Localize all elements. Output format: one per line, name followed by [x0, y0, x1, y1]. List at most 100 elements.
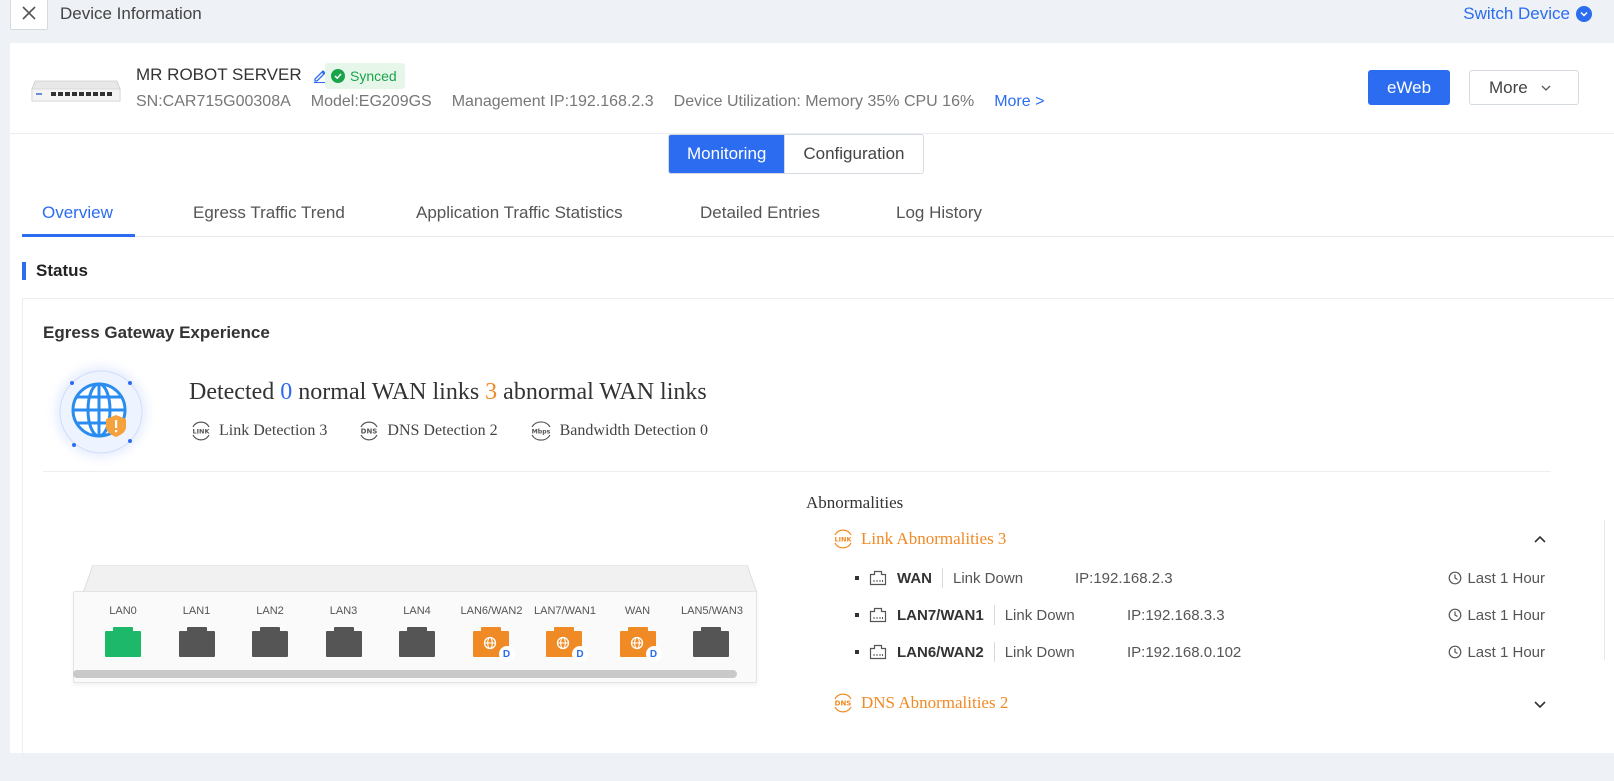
chevron-up-icon[interactable] [1533, 533, 1547, 547]
router-device-image [31, 80, 121, 102]
close-icon [22, 6, 36, 20]
status-badge-text: Synced [350, 68, 397, 84]
tab-detailed-entries[interactable]: Detailed Entries [700, 203, 820, 223]
port-label: LAN0 [109, 605, 137, 617]
more-info-link[interactable]: More > [994, 93, 1044, 111]
svg-text:Mbps: Mbps [531, 429, 550, 436]
port-lan4[interactable]: LAN4 [387, 605, 447, 657]
clock-icon [1449, 645, 1462, 659]
globe-icon [630, 636, 643, 650]
tab-monitoring[interactable]: Monitoring [669, 135, 785, 173]
section-marker [22, 262, 26, 280]
chevron-down-icon[interactable] [1533, 697, 1547, 711]
device-utilization: Device Utilization: Memory 35% CPU 16% [673, 93, 975, 110]
ethernet-port-icon [693, 627, 729, 657]
ethernet-port-icon [869, 570, 887, 586]
clock-icon [1449, 571, 1462, 585]
tab-egress-traffic-trend[interactable]: Egress Traffic Trend [193, 203, 345, 223]
bullet [855, 650, 859, 654]
link-abnormalities-toggle[interactable]: LINK Link Abnormalities 3 [831, 529, 1006, 549]
ethernet-port-icon [105, 627, 141, 657]
abnormal-ip: IP:192.168.3.3 [1127, 606, 1225, 624]
port-lan3[interactable]: LAN3 [314, 605, 374, 657]
bullet [855, 576, 859, 580]
port-label: LAN4 [403, 605, 431, 617]
more-button[interactable]: More [1469, 70, 1579, 105]
side-drawer-edge [1604, 520, 1614, 660]
port-lan0[interactable]: LAN0 [93, 605, 153, 657]
port-lan6-wan2[interactable]: LAN6/WAN2 D [461, 605, 522, 662]
divider [993, 605, 995, 625]
abnormal-text: abnormal WAN links [503, 379, 707, 405]
detected-prefix: Detected [189, 379, 275, 405]
port-label: LAN3 [329, 605, 358, 617]
link-abnormalities-label: Link Abnormalities 3 [861, 529, 1007, 548]
dns-abnormalities-label: DNS Abnormalities 2 [861, 693, 1009, 712]
bandwidth-icon: Mbps [528, 421, 554, 441]
divider [942, 568, 943, 588]
chevron-down-icon [1576, 6, 1592, 22]
list-item: WAN Link Down IP:192.168.2.3 Last 1 Hour [855, 567, 1545, 589]
dynamic-ip-badge: D [645, 646, 662, 662]
eweb-button[interactable]: eWeb [1368, 70, 1450, 105]
abnormal-count: 3 [485, 379, 498, 405]
detection-counts: LINK Link Detection 3 DNS DNS Detection … [189, 421, 708, 441]
tab-configuration[interactable]: Configuration [784, 135, 923, 173]
status-badge: Synced [325, 63, 405, 89]
top-bar: Device Information Switch Device [0, 0, 1614, 42]
port-wan[interactable]: WAN D [608, 605, 668, 662]
ethernet-port-icon [869, 644, 887, 660]
ethernet-port-icon: D [619, 627, 662, 662]
ethernet-port-icon: D [546, 627, 588, 662]
link-icon: LINK [189, 421, 213, 441]
dynamic-ip-badge: D [572, 646, 588, 662]
port-label: LAN1 [182, 605, 211, 617]
port-label: LAN2 [256, 605, 284, 617]
link-icon: LINK [831, 529, 855, 549]
abnormal-time: Last 1 Hour [1448, 607, 1545, 624]
tab-log-history[interactable]: Log History [896, 203, 982, 223]
port-lan7-wan1[interactable]: LAN7/WAN1 D [534, 605, 596, 662]
ethernet-port-icon: D [472, 627, 515, 662]
port-lan5-wan3[interactable]: LAN5/WAN3 [681, 605, 743, 657]
ethernet-port-icon [252, 627, 288, 657]
port-lan1[interactable]: LAN1 [167, 605, 227, 657]
normal-count: 0 [280, 379, 293, 405]
normal-text: normal WAN links [298, 379, 480, 405]
router-top-cover [83, 565, 757, 593]
device-meta: SN:CAR715G00308A Model:EG209GS Managemen… [136, 93, 1044, 111]
device-sn: SN:CAR715G00308A [136, 93, 291, 110]
card-divider [43, 471, 1551, 472]
active-tab-indicator [22, 234, 135, 237]
dns-abnormalities-toggle[interactable]: DNS DNS Abnormalities 2 [831, 693, 1008, 713]
device-name: MR ROBOT SERVER [136, 65, 328, 85]
abnormal-port-name: LAN6/WAN2 [897, 643, 984, 661]
port-label: WAN [624, 605, 651, 617]
globe-icon [483, 636, 496, 650]
tab-application-traffic-statistics[interactable]: Application Traffic Statistics [416, 203, 623, 223]
link-detection: LINK Link Detection 3 [189, 421, 327, 441]
port-lan2[interactable]: LAN2 [240, 605, 300, 657]
svg-text:DNS: DNS [835, 700, 852, 708]
device-management-ip: Management IP:192.168.2.3 [451, 93, 654, 110]
abnormalities-title: Abnormalities [806, 493, 904, 512]
ethernet-port-icon [399, 627, 435, 657]
dns-icon: DNS [357, 421, 381, 441]
abnormal-ip: IP:192.168.0.102 [1127, 643, 1242, 661]
bullet [855, 613, 859, 617]
svg-text:LINK: LINK [192, 428, 210, 436]
tab-overview[interactable]: Overview [42, 203, 113, 223]
port-label: LAN5/WAN3 [681, 605, 743, 617]
mode-switch: Monitoring Configuration [668, 134, 924, 174]
chevron-down-icon [1541, 85, 1551, 91]
list-item: LAN7/WAN1 Link Down IP:192.168.3.3 Last 1 H… [855, 604, 1545, 626]
switch-device-button[interactable]: Switch Device [1463, 4, 1592, 24]
abnormal-status: Link Down [1004, 606, 1075, 624]
divider [993, 642, 995, 662]
abnormal-port-name: WAN [897, 569, 932, 587]
horizontal-scrollbar[interactable] [73, 670, 737, 678]
close-button[interactable] [10, 0, 48, 30]
abnormal-time-text: Last 1 Hour [1467, 643, 1545, 661]
abnormal-port-name: LAN7/WAN1 [897, 606, 984, 624]
status-title-text: Status [36, 261, 88, 280]
